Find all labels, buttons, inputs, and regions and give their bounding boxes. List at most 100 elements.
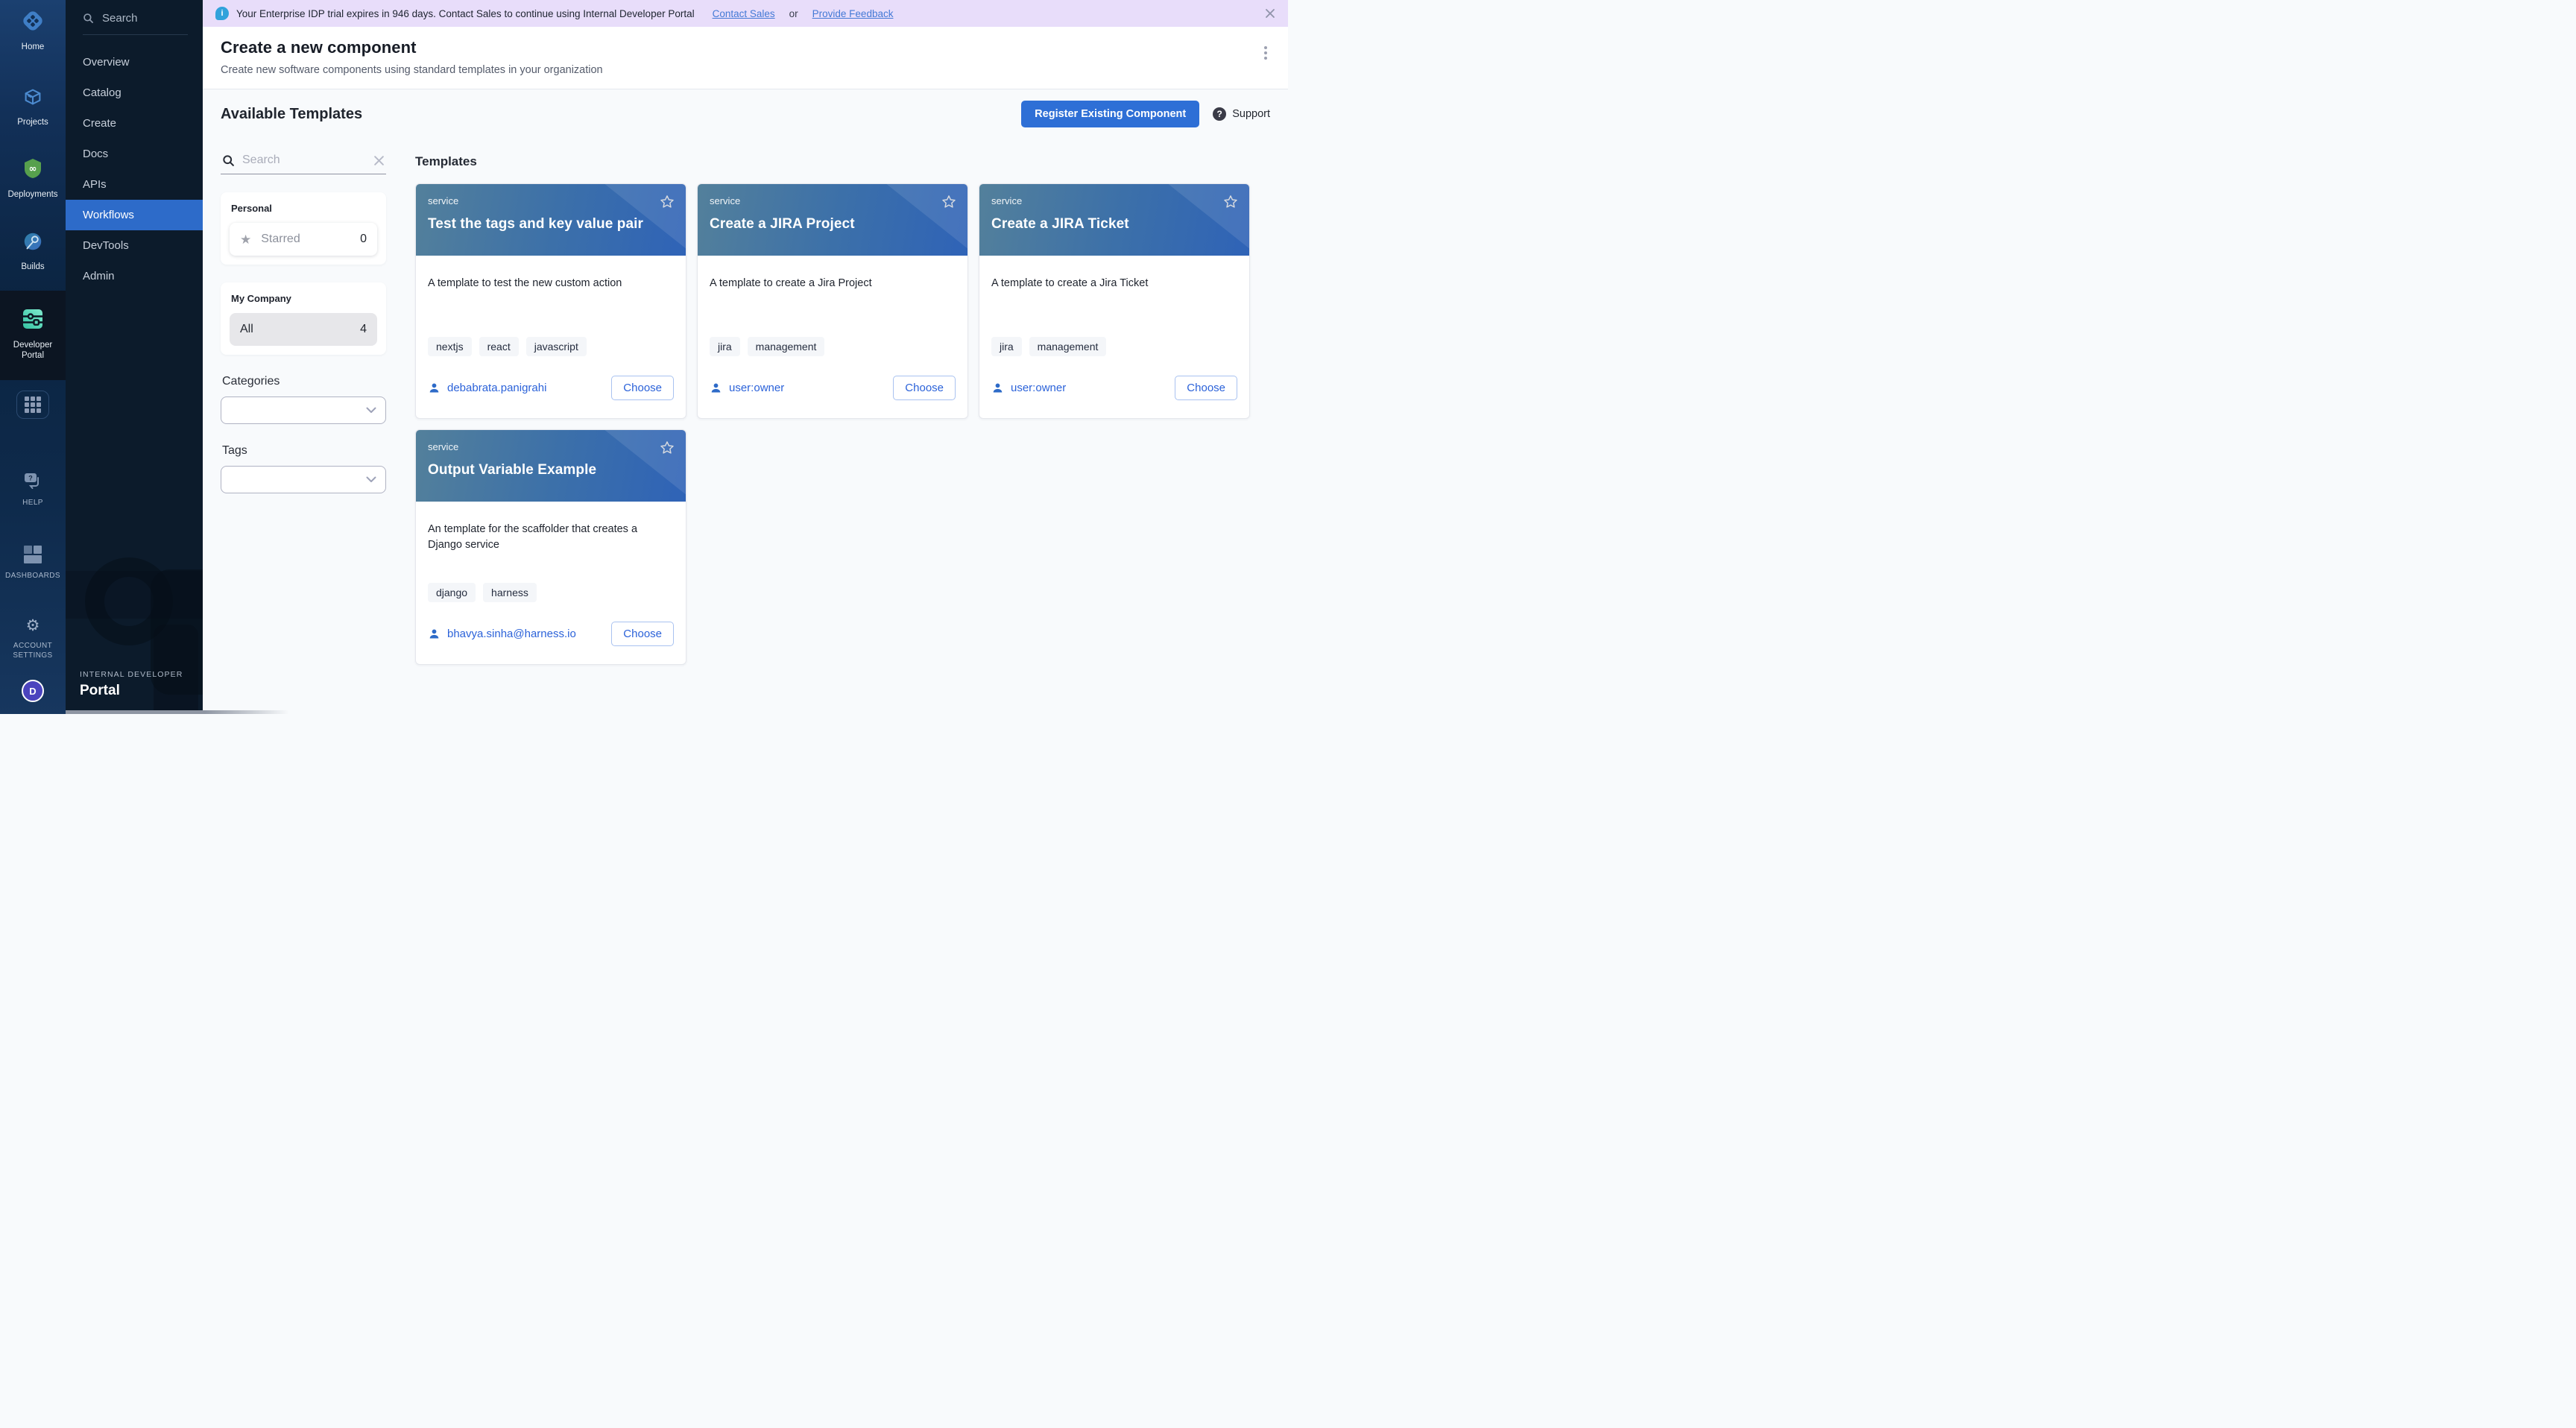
sidebar-item-docs[interactable]: Docs bbox=[66, 139, 203, 169]
choose-button[interactable]: Choose bbox=[1175, 376, 1237, 400]
template-card-header: serviceCreate a JIRA Project bbox=[698, 184, 967, 256]
all-count: 4 bbox=[360, 323, 367, 336]
all-filter-row[interactable]: All 4 bbox=[230, 313, 377, 346]
builds-icon bbox=[22, 230, 44, 253]
rail-item-account-settings[interactable]: ⚙ ACCOUNT SETTINGS bbox=[0, 604, 66, 668]
rail-item-projects[interactable]: Projects bbox=[0, 76, 66, 135]
template-card-body: A template to create a Jira Ticket jirama… bbox=[979, 256, 1249, 418]
home-icon bbox=[21, 9, 45, 33]
template-card-body: An template for the scaffolder that crea… bbox=[416, 502, 686, 664]
choose-button[interactable]: Choose bbox=[611, 376, 674, 400]
template-card-footer: user:owner Choose bbox=[710, 376, 956, 400]
tags-select[interactable] bbox=[221, 466, 386, 493]
template-card: serviceCreate a JIRA Project A template t… bbox=[697, 183, 968, 419]
rail-item-label: Deployments bbox=[3, 189, 63, 200]
page-title: Create a new component bbox=[221, 38, 1270, 57]
person-icon bbox=[710, 382, 722, 394]
search-icon bbox=[222, 154, 235, 167]
templates-section: Templates serviceTest the tags and key v… bbox=[415, 150, 1270, 665]
template-description: A template to test the new custom action bbox=[428, 276, 674, 291]
tag-pill: jira bbox=[991, 337, 1022, 356]
tag-pill: django bbox=[428, 583, 476, 602]
template-title: Create a JIRA Ticket bbox=[991, 216, 1237, 233]
template-owner-link[interactable]: user:owner bbox=[991, 382, 1066, 394]
template-owner-link[interactable]: bhavya.sinha@harness.io bbox=[428, 628, 576, 640]
user-avatar[interactable]: D bbox=[22, 680, 44, 702]
tag-pill: jira bbox=[710, 337, 740, 356]
template-tags: jiramanagement bbox=[710, 337, 956, 356]
brand-kicker: INTERNAL DEVELOPER bbox=[80, 670, 183, 679]
categories-select[interactable] bbox=[221, 397, 386, 424]
grid-icon bbox=[25, 397, 41, 413]
available-templates-heading: Available Templates bbox=[221, 106, 362, 123]
star-icon[interactable] bbox=[1222, 194, 1239, 210]
rail-item-builds[interactable]: Builds bbox=[0, 221, 66, 279]
kebab-menu-icon[interactable] bbox=[1264, 46, 1267, 60]
rail-item-label: Builds bbox=[3, 262, 63, 272]
personal-label: Personal bbox=[231, 203, 376, 214]
sidebar-item-overview[interactable]: Overview bbox=[66, 47, 203, 78]
starred-filter-row[interactable]: ★ Starred 0 bbox=[230, 223, 377, 256]
rail-item-label: HELP bbox=[3, 499, 63, 508]
horizontal-scrollbar[interactable] bbox=[66, 710, 289, 714]
person-icon bbox=[991, 382, 1004, 394]
filter-search-input[interactable] bbox=[242, 154, 366, 167]
sidebar-item-workflows[interactable]: Workflows bbox=[66, 200, 203, 230]
trial-banner-message: Your Enterprise IDP trial expires in 946… bbox=[236, 8, 695, 19]
choose-button[interactable]: Choose bbox=[611, 622, 674, 646]
template-title: Create a JIRA Project bbox=[710, 216, 956, 233]
clear-search-icon[interactable] bbox=[373, 155, 385, 166]
support-label: Support bbox=[1232, 108, 1270, 120]
rail-item-home[interactable]: Home bbox=[0, 0, 66, 60]
app-window: Home Projects ∞ Deployments bbox=[0, 0, 1288, 714]
provide-feedback-link[interactable]: Provide Feedback bbox=[812, 8, 894, 19]
template-title: Test the tags and key value pair bbox=[428, 216, 674, 233]
banner-close-icon[interactable] bbox=[1265, 8, 1275, 19]
rail-item-developer-portal[interactable]: Developer Portal bbox=[0, 291, 66, 381]
rail-item-deployments[interactable]: ∞ Deployments bbox=[0, 148, 66, 207]
module-grid-button[interactable] bbox=[16, 391, 49, 419]
starred-label: Starred bbox=[261, 233, 360, 246]
sidebar-item-catalog[interactable]: Catalog bbox=[66, 78, 203, 108]
rail-item-dashboards[interactable]: DASHBOARDS bbox=[0, 534, 66, 589]
sidebar-nav: OverviewCatalogCreateDocsAPIsWorkflowsDe… bbox=[66, 47, 203, 291]
template-type-label: service bbox=[428, 441, 674, 452]
contact-sales-link[interactable]: Contact Sales bbox=[713, 8, 775, 19]
support-button[interactable]: ? Support bbox=[1213, 107, 1270, 121]
register-existing-component-button[interactable]: Register Existing Component bbox=[1021, 101, 1199, 127]
rail-item-label: Developer Portal bbox=[8, 340, 57, 361]
choose-button[interactable]: Choose bbox=[893, 376, 956, 400]
sidebar-item-admin[interactable]: Admin bbox=[66, 261, 203, 291]
template-tags: jira management bbox=[991, 337, 1237, 356]
sidebar-item-devtools[interactable]: DevTools bbox=[66, 230, 203, 261]
template-card-header: serviceOutput Variable Example bbox=[416, 430, 686, 502]
sidebar-search[interactable]: Search bbox=[66, 0, 203, 34]
tag-pill: management bbox=[1029, 337, 1107, 356]
sidebar-item-apis[interactable]: APIs bbox=[66, 169, 203, 200]
template-owner-link[interactable]: user:owner bbox=[710, 382, 784, 394]
template-description: A template to create a Jira Ticket bbox=[991, 276, 1237, 291]
template-description: A template to create a Jira Project bbox=[710, 276, 956, 291]
template-tags: djangoharness bbox=[428, 583, 674, 602]
rail-item-help[interactable]: ? HELP bbox=[0, 460, 66, 516]
dashboards-icon bbox=[24, 543, 42, 566]
page-body: Available Templates Register Existing Co… bbox=[203, 89, 1288, 714]
all-label: All bbox=[240, 323, 360, 336]
star-icon[interactable] bbox=[659, 440, 675, 456]
star-icon: ★ bbox=[240, 233, 251, 246]
portal-sidebar: Search OverviewCatalogCreateDocsAPIsWork… bbox=[66, 0, 203, 714]
divider bbox=[83, 34, 188, 35]
chevron-down-icon bbox=[366, 407, 376, 414]
templates-grid: service Test the tags and key value pair A… bbox=[415, 183, 1270, 665]
star-icon[interactable] bbox=[941, 194, 957, 210]
template-description: An template for the scaffolder that crea… bbox=[428, 522, 674, 553]
filters-panel: Personal ★ Starred 0 My Company All 4 bbox=[221, 150, 386, 665]
template-owner-link[interactable]: debabrata.panigrahi bbox=[428, 382, 546, 394]
sidebar-item-create[interactable]: Create bbox=[66, 108, 203, 139]
template-type-label: service bbox=[428, 195, 674, 206]
star-icon[interactable] bbox=[659, 194, 675, 210]
filter-search bbox=[221, 150, 386, 174]
developer-portal-icon bbox=[21, 307, 45, 331]
template-card-header: serviceCreate a JIRA Ticket bbox=[979, 184, 1249, 256]
sidebar-pattern bbox=[154, 625, 198, 714]
